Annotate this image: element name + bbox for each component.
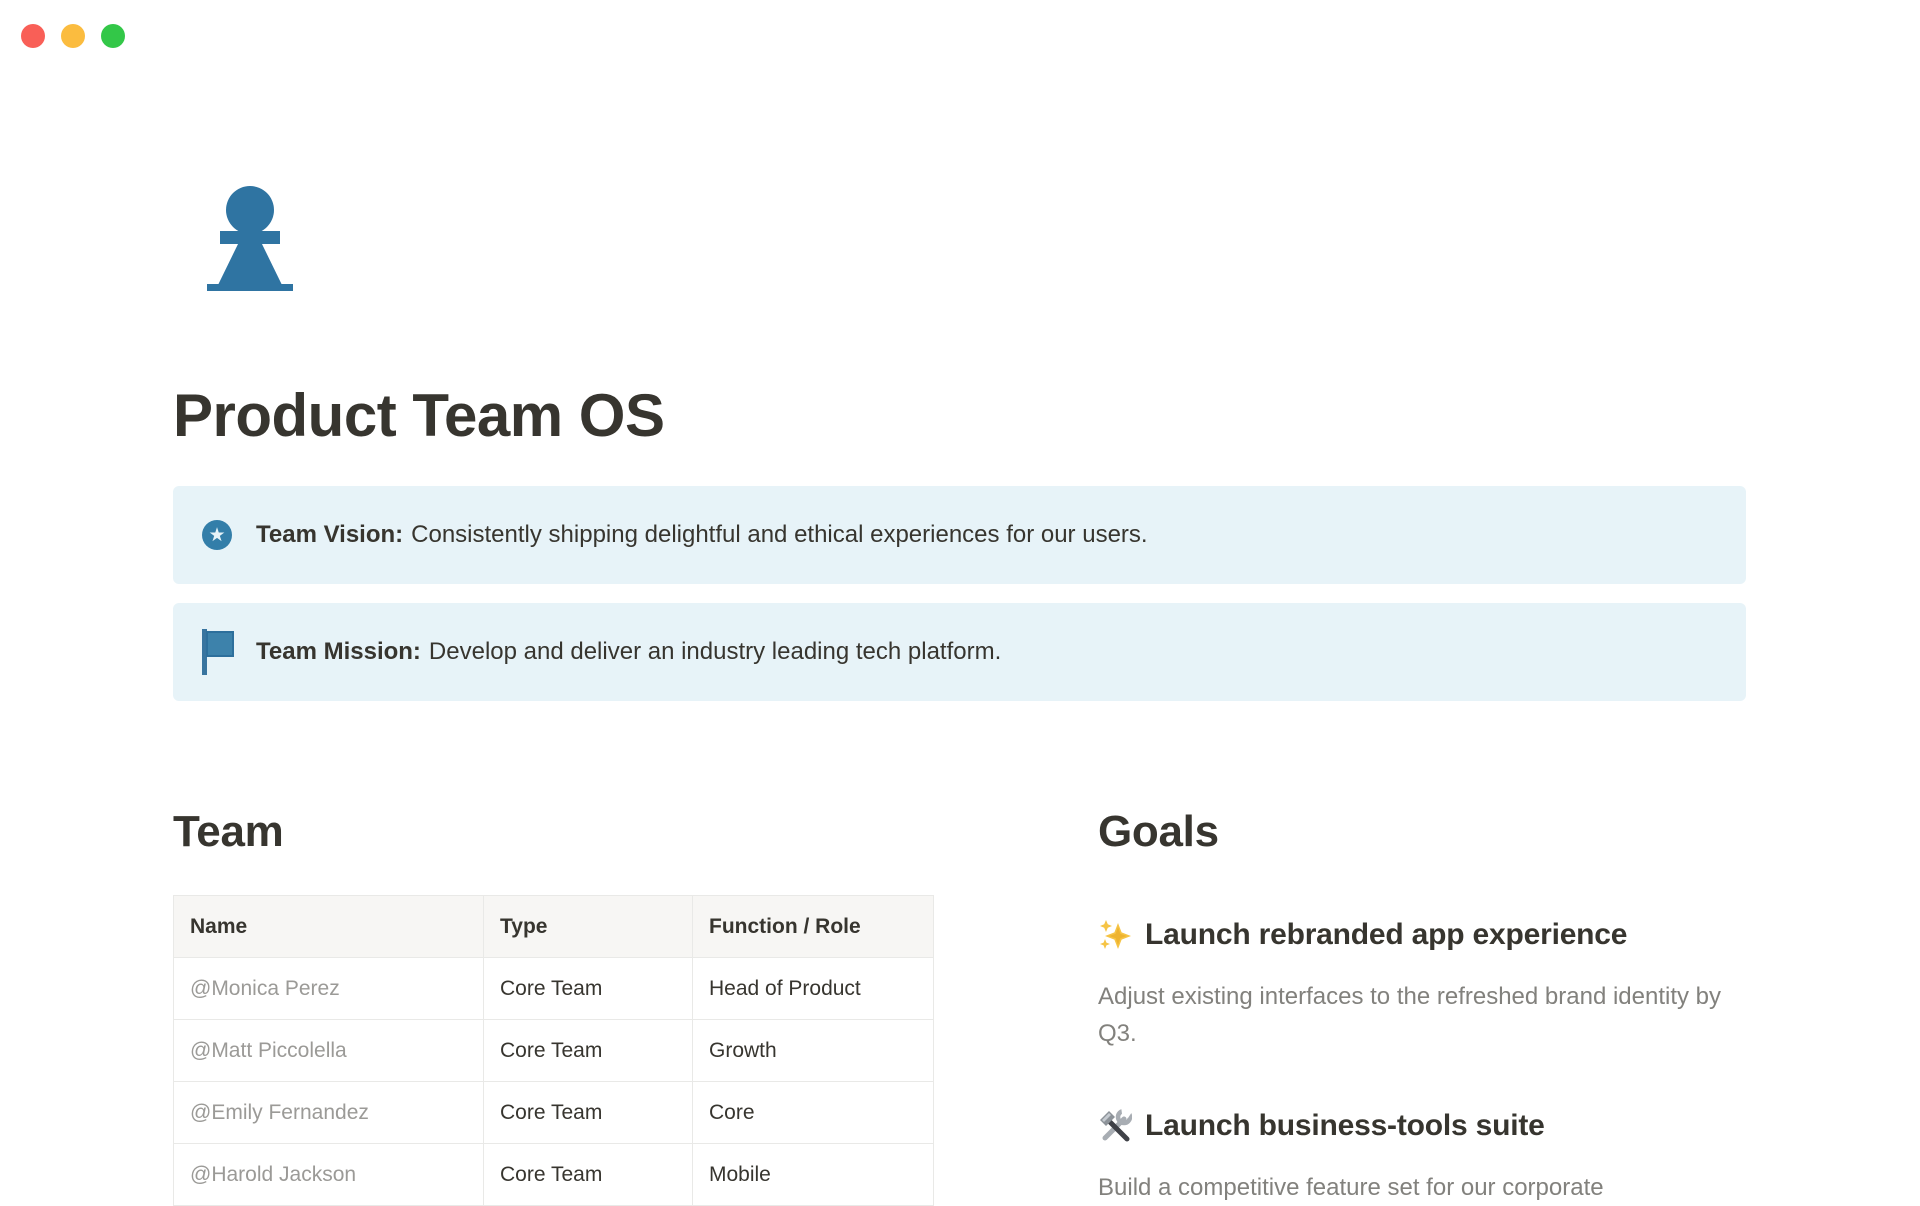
star-badge-icon: ★ bbox=[202, 520, 236, 550]
zoom-window-button[interactable] bbox=[101, 24, 125, 48]
callout-team-vision[interactable]: ★ Team Vision: Consistently shipping deli… bbox=[173, 486, 1746, 584]
goal-title-text: Launch rebranded app experience bbox=[1145, 915, 1627, 954]
callout-team-vision-text: Team Vision: Consistently shipping deligh… bbox=[256, 518, 1148, 552]
callout-team-mission-text: Team Mission: Develop and deliver an indu… bbox=[256, 635, 1001, 669]
cell-type[interactable]: Core Team bbox=[484, 1144, 693, 1206]
window-controls bbox=[21, 24, 125, 48]
goal-item-rebranded-app[interactable]: Launch rebranded app experience bbox=[1098, 915, 1748, 954]
cell-function-role[interactable]: Growth bbox=[693, 1020, 934, 1082]
team-heading[interactable]: Team bbox=[173, 806, 1053, 857]
callout-text: Consistently shipping delightful and eth… bbox=[411, 521, 1147, 548]
team-section: Team Name Type Function / Role @Monica P… bbox=[173, 806, 1053, 1206]
team-table: Name Type Function / Role @Monica Perez … bbox=[173, 895, 934, 1206]
table-row: @Matt Piccolella Core Team Growth bbox=[174, 1020, 934, 1082]
cell-name[interactable]: @Harold Jackson bbox=[174, 1144, 484, 1206]
cell-name[interactable]: @Matt Piccolella bbox=[174, 1020, 484, 1082]
callout-text: Develop and deliver an industry leading … bbox=[429, 638, 1001, 665]
goal-description[interactable]: Adjust existing interfaces to the refres… bbox=[1098, 978, 1748, 1052]
cell-function-role[interactable]: Head of Product bbox=[693, 958, 934, 1020]
column-header-type[interactable]: Type bbox=[484, 896, 693, 958]
cell-type[interactable]: Core Team bbox=[484, 1082, 693, 1144]
cell-type[interactable]: Core Team bbox=[484, 958, 693, 1020]
close-window-button[interactable] bbox=[21, 24, 45, 48]
person-mention[interactable]: @Emily Fernandez bbox=[190, 1101, 369, 1124]
cell-name[interactable]: @Monica Perez bbox=[174, 958, 484, 1020]
sparkles-icon bbox=[1098, 918, 1132, 952]
person-mention[interactable]: @Monica Perez bbox=[190, 977, 340, 1000]
table-row: @Emily Fernandez Core Team Core bbox=[174, 1082, 934, 1144]
flag-icon bbox=[202, 629, 236, 675]
pawn-icon bbox=[206, 186, 294, 291]
goal-item-business-tools[interactable]: Launch business-tools suite bbox=[1098, 1106, 1748, 1145]
table-row: @Monica Perez Core Team Head of Product bbox=[174, 958, 934, 1020]
callout-team-mission[interactable]: Team Mission: Develop and deliver an indu… bbox=[173, 603, 1746, 701]
minimize-window-button[interactable] bbox=[61, 24, 85, 48]
column-header-name[interactable]: Name bbox=[174, 896, 484, 958]
goal-title-text: Launch business-tools suite bbox=[1145, 1106, 1545, 1145]
callout-label: Team Vision: bbox=[256, 521, 403, 548]
callout-label: Team Mission: bbox=[256, 638, 421, 665]
cell-function-role[interactable]: Core bbox=[693, 1082, 934, 1144]
page-title[interactable]: Product Team OS bbox=[173, 378, 664, 454]
table-header-row: Name Type Function / Role bbox=[174, 896, 934, 958]
goals-heading[interactable]: Goals bbox=[1098, 806, 1748, 857]
table-row: @Harold Jackson Core Team Mobile bbox=[174, 1144, 934, 1206]
goal-description[interactable]: Build a competitive feature set for our … bbox=[1098, 1169, 1748, 1206]
tools-icon bbox=[1098, 1109, 1132, 1143]
cell-name[interactable]: @Emily Fernandez bbox=[174, 1082, 484, 1144]
goals-section: Goals Launch rebranded app experience Ad… bbox=[1098, 806, 1748, 1206]
page-icon-pawn[interactable] bbox=[206, 186, 294, 291]
person-mention[interactable]: @Harold Jackson bbox=[190, 1163, 356, 1186]
cell-function-role[interactable]: Mobile bbox=[693, 1144, 934, 1206]
column-header-function-role[interactable]: Function / Role bbox=[693, 896, 934, 958]
cell-type[interactable]: Core Team bbox=[484, 1020, 693, 1082]
person-mention[interactable]: @Matt Piccolella bbox=[190, 1039, 347, 1062]
